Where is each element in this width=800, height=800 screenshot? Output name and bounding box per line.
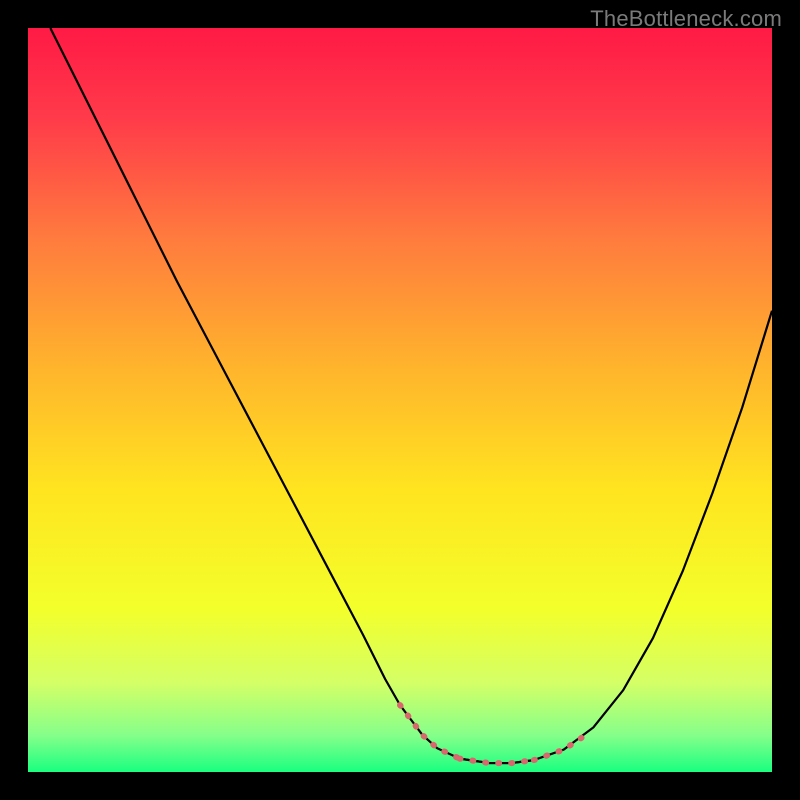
gradient-background bbox=[28, 28, 772, 772]
plot-area bbox=[28, 28, 772, 772]
chart-container: TheBottleneck.com bbox=[0, 0, 800, 800]
chart-svg bbox=[28, 28, 772, 772]
watermark: TheBottleneck.com bbox=[590, 6, 782, 32]
